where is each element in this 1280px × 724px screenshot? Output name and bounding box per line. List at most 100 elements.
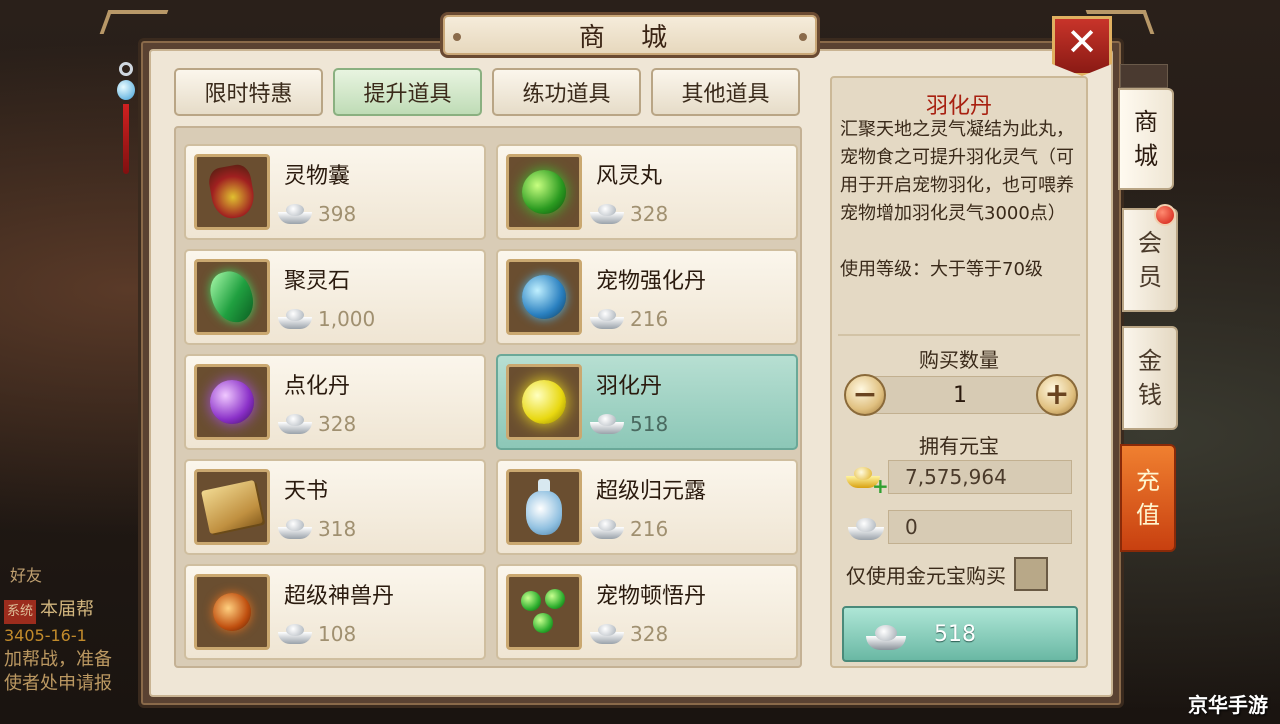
- close-icon: ✕: [1066, 20, 1098, 64]
- item-price: 216: [630, 307, 669, 331]
- item-name: 超级归元露: [596, 479, 707, 504]
- gold-balance: 7,575,964: [888, 460, 1072, 494]
- silver-ingot-icon: [846, 512, 886, 542]
- chat-log: 系统 本届帮 3405-16-1 加帮战，准备 使者处申请报: [4, 598, 154, 696]
- shop-item[interactable]: 点化丹 328: [184, 354, 486, 450]
- buy-price: 518: [934, 622, 976, 647]
- gold-only-checkbox[interactable]: [1014, 557, 1048, 591]
- owned-currency-label: 拥有元宝: [919, 434, 999, 458]
- tab-limited-offer[interactable]: 限时特惠: [174, 68, 323, 116]
- chat-line: 3405-16-1: [4, 626, 87, 645]
- gold-balance-row: + 7,575,964: [844, 458, 1074, 498]
- plus-icon: +: [1044, 377, 1070, 412]
- silver-balance: 0: [888, 510, 1072, 544]
- hidden-panel-edge: [1120, 64, 1168, 88]
- item-price: 328: [630, 202, 669, 226]
- item-icon-frame: [506, 364, 582, 440]
- item-name: 宠物强化丹: [596, 269, 707, 294]
- shop-item[interactable]: 超级归元露 216: [496, 459, 798, 555]
- item-price: 1,000: [318, 307, 376, 331]
- pouch-icon: [206, 162, 258, 222]
- blue-orb-icon: [522, 275, 566, 319]
- item-icon-frame: [506, 469, 582, 545]
- silver-balance-row: 0: [844, 508, 1074, 548]
- silver-ingot-icon: [278, 309, 312, 329]
- detail-level-requirement: 使用等级：大于等于70级: [840, 259, 1043, 280]
- item-price: 328: [630, 622, 669, 646]
- yellow-orb-icon: [522, 380, 566, 424]
- decrease-button[interactable]: −: [844, 374, 886, 416]
- quantity-input[interactable]: 1: [870, 376, 1050, 414]
- shop-item[interactable]: 宠物强化丹 216: [496, 249, 798, 345]
- shop-item[interactable]: 宠物顿悟丹 328: [496, 564, 798, 660]
- item-name: 聚灵石: [284, 269, 351, 294]
- tab-training-items[interactable]: 练功道具: [492, 68, 641, 116]
- shop-item[interactable]: 聚灵石 1,000: [184, 249, 486, 345]
- gold-ingot-add-icon[interactable]: +: [844, 460, 889, 496]
- item-icon-frame: [194, 259, 270, 335]
- item-name: 灵物囊: [284, 164, 351, 189]
- green-pill-icon: [522, 170, 566, 214]
- silver-ingot-icon: [278, 519, 312, 539]
- title-plate: 商 城: [440, 12, 820, 58]
- shop-item[interactable]: 灵物囊 398: [184, 144, 486, 240]
- item-price: 318: [318, 517, 357, 541]
- category-tabs: 限时特惠 提升道具 练功道具 其他道具: [174, 68, 800, 116]
- side-tab-money[interactable]: 金 钱: [1122, 326, 1178, 430]
- item-icon-frame: [194, 574, 270, 650]
- item-name: 超级神兽丹: [284, 584, 395, 609]
- item-icon-frame: [506, 574, 582, 650]
- silver-ingot-icon: [590, 519, 624, 539]
- purple-orb-icon: [210, 380, 254, 424]
- gold-only-option: 仅使用金元宝购买: [846, 556, 1076, 592]
- item-name: 天书: [284, 479, 329, 504]
- shop-item[interactable]: 超级神兽丹 108: [184, 564, 486, 660]
- item-price: 518: [630, 412, 669, 436]
- ornament-pendant: [116, 62, 136, 192]
- silver-ingot-icon: [590, 624, 624, 644]
- friend-label: 好友: [10, 566, 43, 585]
- shop-item-selected[interactable]: 羽化丹 518: [496, 354, 798, 450]
- gold-only-label: 仅使用金元宝购买: [846, 563, 1006, 588]
- quantity-label: 购买数量: [919, 348, 999, 372]
- item-price: 216: [630, 517, 669, 541]
- tab-other-items[interactable]: 其他道具: [651, 68, 800, 116]
- shop-item[interactable]: 天书 318: [184, 459, 486, 555]
- silver-ingot-icon: [590, 414, 624, 434]
- item-icon-frame: [194, 154, 270, 230]
- increase-button[interactable]: +: [1036, 374, 1078, 416]
- item-icon-frame: [194, 364, 270, 440]
- shop-item[interactable]: 风灵丸 328: [496, 144, 798, 240]
- silver-ingot-icon: [590, 309, 624, 329]
- item-price: 108: [318, 622, 357, 646]
- silver-ingot-icon: [590, 204, 624, 224]
- item-icon-frame: [506, 259, 582, 335]
- tab-upgrade-items[interactable]: 提升道具: [333, 68, 482, 116]
- book-icon: [201, 479, 263, 535]
- bottle-icon: [526, 479, 562, 535]
- chat-tag: 系统: [4, 600, 37, 624]
- divider: [838, 334, 1080, 336]
- silver-ingot-icon: [864, 618, 908, 652]
- item-price: 398: [318, 202, 357, 226]
- green-gem-icon: [205, 266, 259, 328]
- detail-description: 汇聚天地之灵气凝结为此丸，宠物食之可提升羽化灵气（可用于开启宠物羽化，也可喂养宠…: [840, 119, 1074, 224]
- item-name: 羽化丹: [596, 374, 663, 399]
- watermark: 京华手游: [1188, 693, 1268, 717]
- silver-ingot-icon: [278, 204, 312, 224]
- item-list[interactable]: 灵物囊 398 风灵丸 328 聚灵石 1,000 宠物强化丹 216 点化丹 …: [174, 126, 802, 668]
- buy-button[interactable]: 518: [842, 606, 1078, 662]
- chat-line: 使者处申请报: [4, 673, 112, 694]
- close-button[interactable]: ✕: [1052, 16, 1112, 76]
- item-icon-frame: [506, 154, 582, 230]
- notification-dot: [1154, 204, 1176, 226]
- silver-ingot-icon: [278, 624, 312, 644]
- green-beads-icon: [519, 589, 569, 635]
- silver-ingot-icon: [278, 414, 312, 434]
- side-tab-recharge[interactable]: 充 值: [1120, 444, 1176, 552]
- page-title: 商 城: [578, 22, 682, 53]
- side-tab-shop[interactable]: 商 城: [1118, 88, 1174, 190]
- quantity-stepper: 1 − +: [844, 374, 1078, 416]
- item-detail-panel: 羽化丹 汇聚天地之灵气凝结为此丸，宠物食之可提升羽化灵气（可用于开启宠物羽化，也…: [830, 76, 1088, 668]
- minus-icon: −: [852, 377, 878, 412]
